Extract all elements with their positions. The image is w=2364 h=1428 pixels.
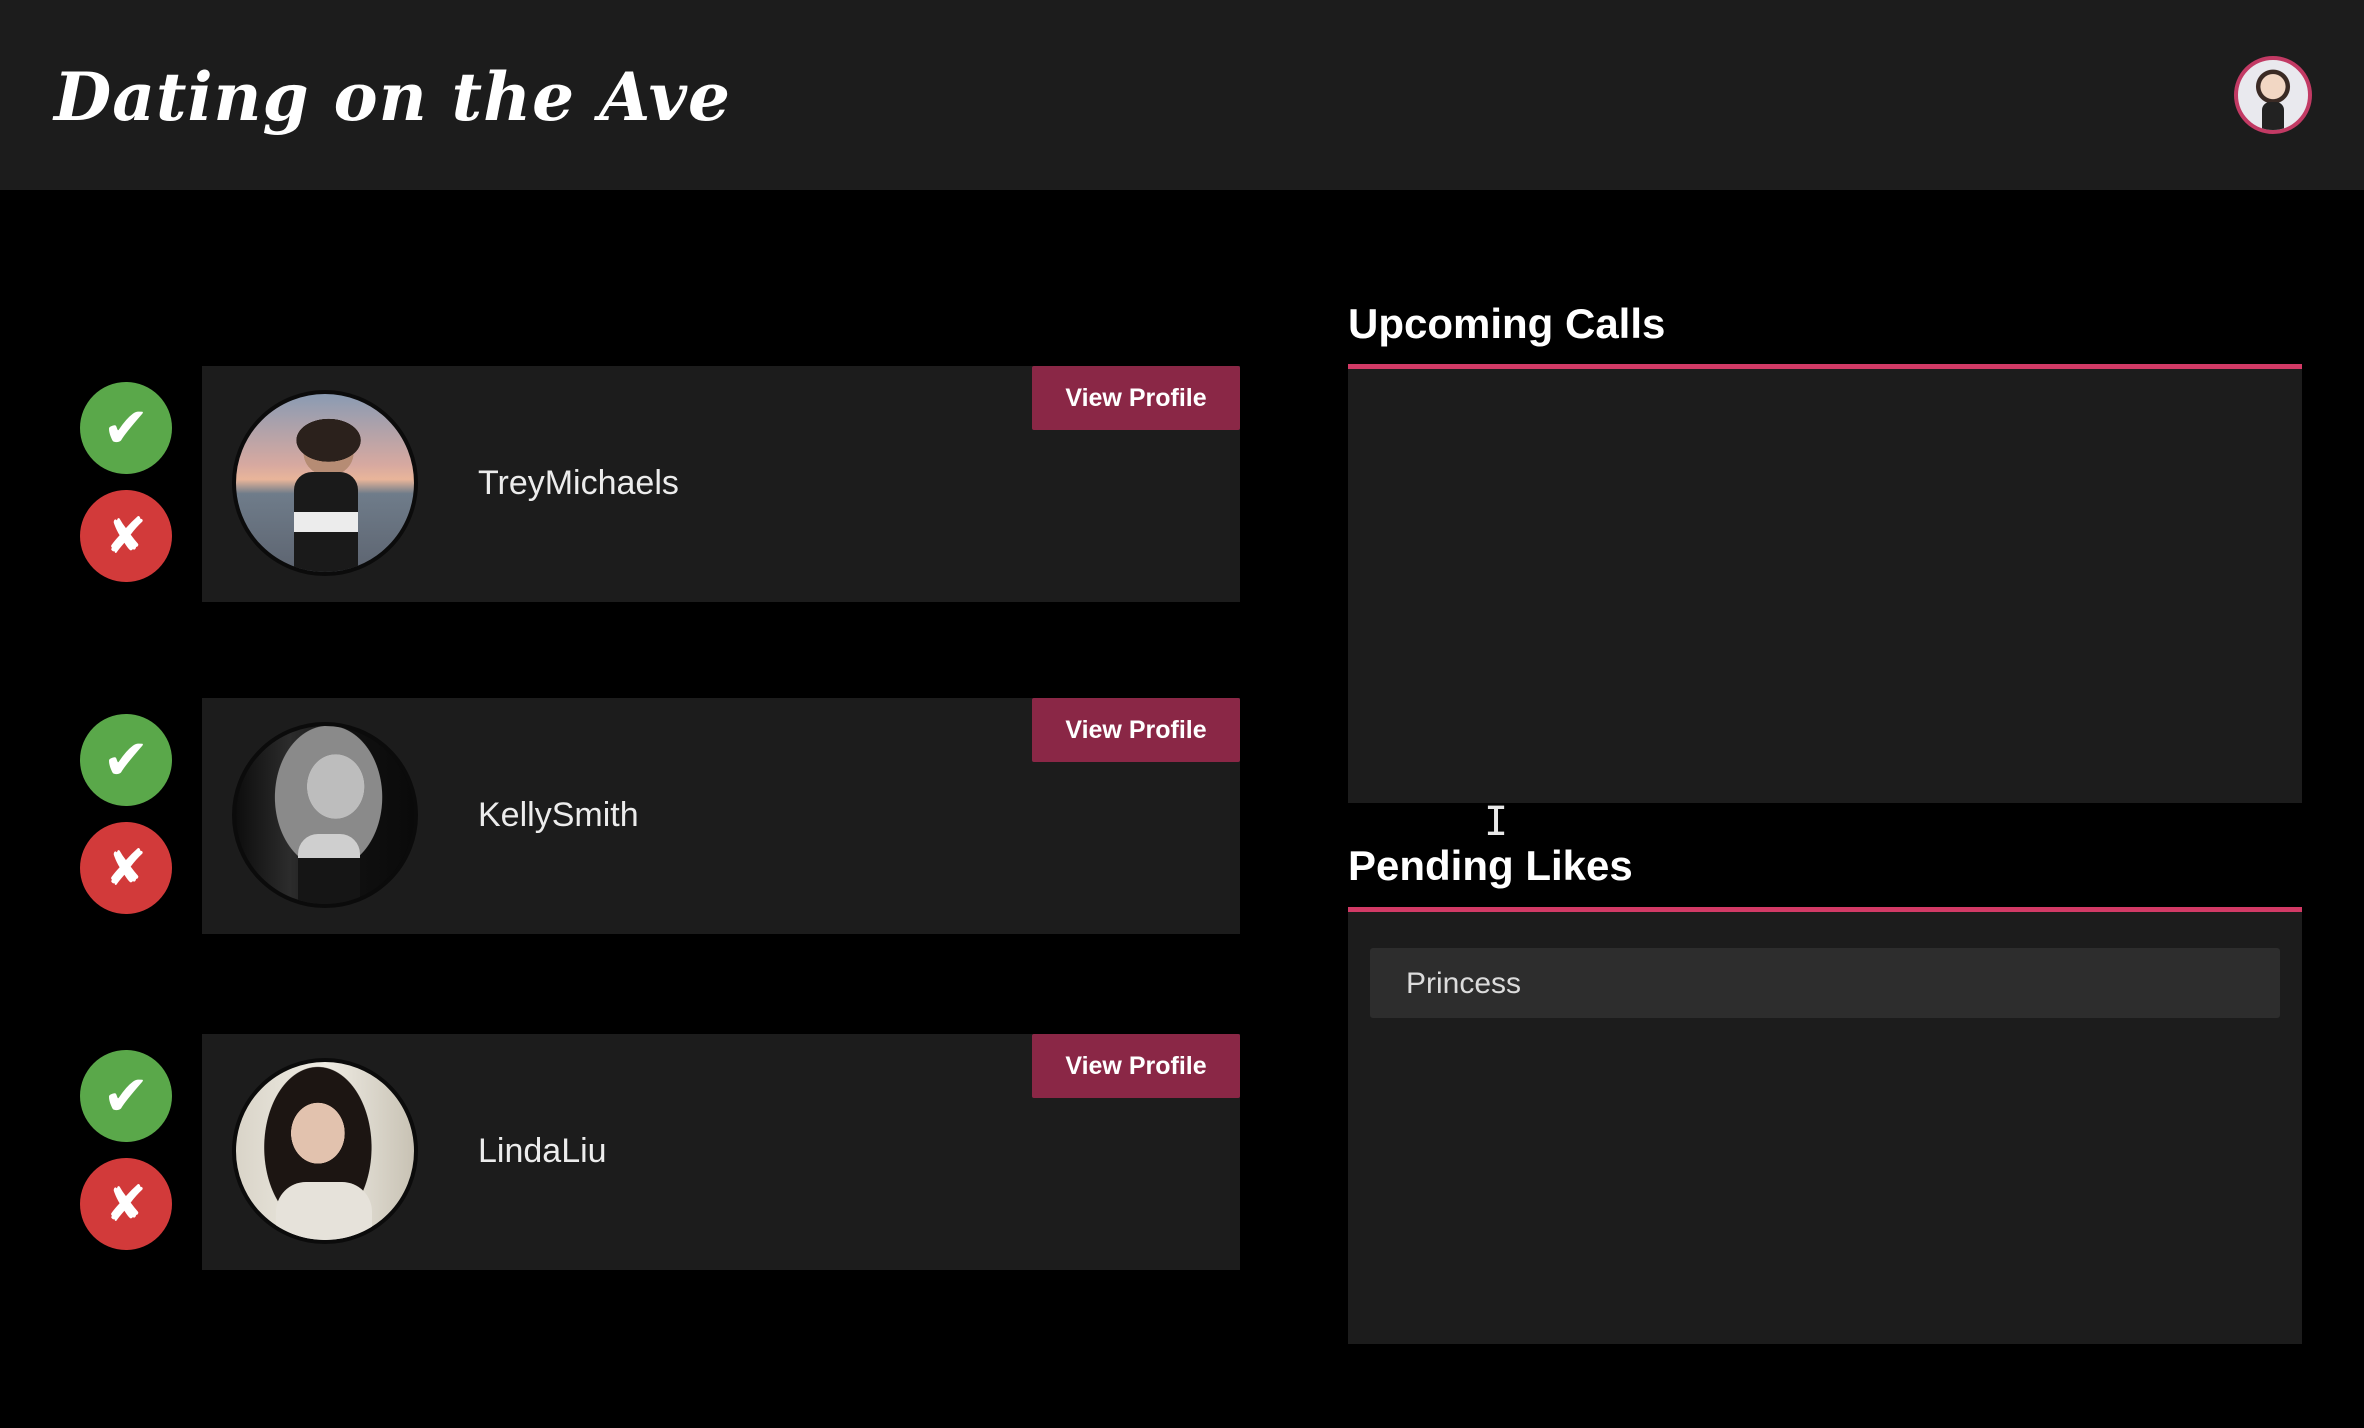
match-row: ✔ ✘ LindaLiu View Profile — [0, 1034, 1240, 1270]
match-card: TreyMichaels View Profile — [202, 366, 1240, 602]
match-name: LindaLiu — [478, 1132, 607, 1170]
match-name: TreyMichaels — [478, 464, 679, 502]
view-profile-button[interactable]: View Profile — [1032, 1034, 1240, 1098]
accept-button[interactable]: ✔ — [80, 382, 172, 474]
view-profile-button[interactable]: View Profile — [1032, 698, 1240, 762]
pending-likes-title: Pending Likes — [1348, 842, 1633, 889]
app-title: Dating on the Ave — [54, 58, 731, 136]
match-row: ✔ ✘ TreyMichaels View Profile — [0, 366, 1240, 602]
view-profile-button[interactable]: View Profile — [1032, 366, 1240, 430]
accept-button[interactable]: ✔ — [80, 714, 172, 806]
accept-button[interactable]: ✔ — [80, 1050, 172, 1142]
check-icon: ✔ — [102, 1063, 150, 1129]
text-cursor-icon: I — [1484, 799, 1509, 845]
match-card: KellySmith View Profile — [202, 698, 1240, 934]
profile-photo — [232, 1058, 418, 1244]
top-header: Dating on the Ave — [0, 0, 2364, 190]
x-icon: ✘ — [105, 507, 147, 565]
upcoming-calls-panel — [1348, 369, 2302, 803]
upcoming-calls-title: Upcoming Calls — [1348, 300, 1666, 347]
pending-like-item[interactable]: Princess — [1370, 948, 2280, 1018]
reject-button[interactable]: ✘ — [80, 1158, 172, 1250]
profile-photo — [232, 722, 418, 908]
check-icon: ✔ — [102, 727, 150, 793]
profile-photo — [232, 390, 418, 576]
match-row: ✔ ✘ KellySmith View Profile — [0, 698, 1240, 934]
reject-button[interactable]: ✘ — [80, 490, 172, 582]
check-icon: ✔ — [102, 395, 150, 461]
match-name: KellySmith — [478, 796, 639, 834]
user-avatar-icon[interactable] — [2234, 56, 2312, 134]
x-icon: ✘ — [105, 1175, 147, 1233]
match-card: LindaLiu View Profile — [202, 1034, 1240, 1270]
app-page: Dating on the Ave ✔ ✘ TreyMichaels View … — [0, 0, 2364, 1428]
reject-button[interactable]: ✘ — [80, 822, 172, 914]
pending-like-name: Princess — [1406, 967, 1522, 1000]
pending-likes-panel: Princess — [1348, 912, 2302, 1344]
x-icon: ✘ — [105, 839, 147, 897]
